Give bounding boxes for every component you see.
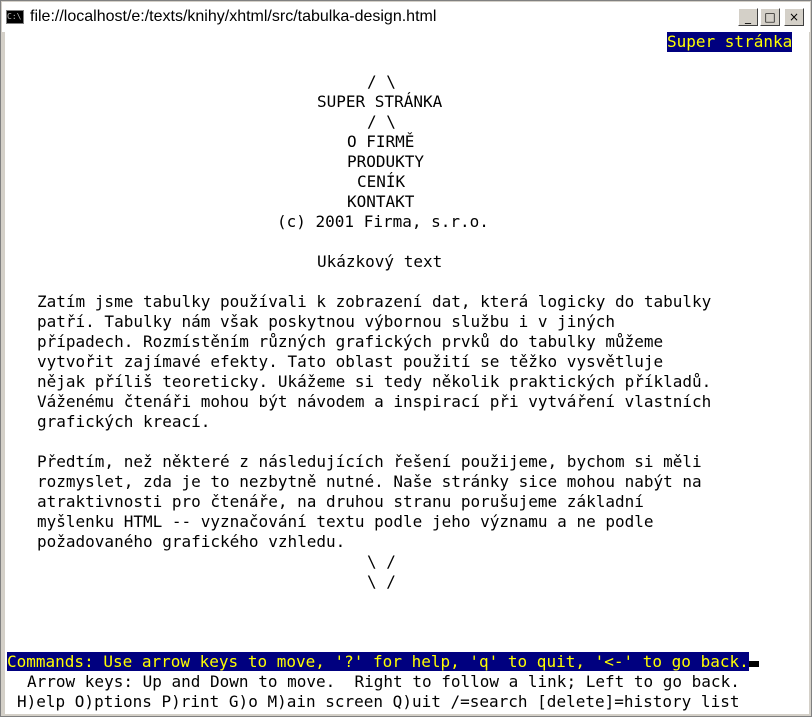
header-arrow-up-2: / \ bbox=[367, 112, 396, 131]
nav-link-produkty[interactable]: PRODUKTY bbox=[347, 152, 424, 172]
text-cursor bbox=[748, 661, 759, 667]
paragraph-1-line: Zatím jsme tabulky používali k zobrazení… bbox=[37, 292, 712, 311]
site-name[interactable]: SUPER STRÁNKA bbox=[317, 92, 442, 112]
command-menu-line: H)elp O)ptions P)rint G)o M)ain screen Q… bbox=[17, 692, 740, 711]
paragraph-2-line: požadovaného grafického vzhledu. bbox=[37, 532, 346, 551]
keys-hint-line: Arrow keys: Up and Down to move. Right t… bbox=[27, 672, 740, 691]
commands-status-line: Commands: Use arrow keys to move, '?' fo… bbox=[7, 652, 759, 672]
window-title: file://localhost/e:/texts/knihy/xhtml/sr… bbox=[30, 8, 437, 25]
footer-arrow-down-2: \ / bbox=[367, 572, 396, 591]
paragraph-2-line: atraktivnosti pro čtenáře, na druhou str… bbox=[37, 492, 644, 511]
nav-link-o-firme[interactable]: O FIRMĚ bbox=[347, 132, 414, 152]
paragraph-2-line: rozmyslet, zda je to nezbytně nutné. Naš… bbox=[37, 472, 702, 491]
console-app-icon[interactable]: C:\ bbox=[6, 10, 24, 24]
window-controls: _ □ × bbox=[738, 8, 804, 26]
maximize-button[interactable]: □ bbox=[760, 8, 780, 26]
paragraph-1-line: grafických kreací. bbox=[37, 412, 211, 431]
minimize-button[interactable]: _ bbox=[738, 8, 758, 26]
nav-link-cenik[interactable]: CENÍK bbox=[357, 172, 405, 192]
lynx-console-window: C:\ file://localhost/e:/texts/knihy/xhtm… bbox=[0, 0, 812, 717]
copyright-text: (c) 2001 Firma, s.r.o. bbox=[277, 212, 489, 231]
nav-link-kontakt[interactable]: KONTAKT bbox=[347, 192, 414, 212]
page-title-label: Super stránka bbox=[667, 32, 793, 52]
page-heading: Ukázkový text bbox=[317, 252, 443, 271]
footer-arrow-down-1: \ / bbox=[367, 552, 396, 571]
paragraph-1-line: nějak příliš teoreticky. Ukážeme si tedy… bbox=[37, 372, 712, 391]
terminal-screen[interactable]: Super stránka / \ SUPER STRÁNKA / \ O FI… bbox=[5, 32, 809, 714]
paragraph-1-line: Váženému čtenáři mohou být návodem a ins… bbox=[37, 392, 712, 411]
paragraph-1-line: patří. Tabulky nám však poskytnou výborn… bbox=[37, 312, 615, 331]
title-bar[interactable]: C:\ file://localhost/e:/texts/knihy/xhtm… bbox=[2, 2, 810, 32]
close-button[interactable]: × bbox=[784, 8, 804, 26]
paragraph-1-line: vytvořit zajímavé efekty. Tato oblast po… bbox=[37, 352, 664, 371]
commands-status-text: Commands: Use arrow keys to move, '?' fo… bbox=[7, 652, 749, 671]
paragraph-2-line: myšlenku HTML -- vyznačování textu podle… bbox=[37, 512, 654, 531]
paragraph-2-line: Předtím, než některé z následujících řeš… bbox=[37, 452, 702, 471]
paragraph-1-line: případech. Rozmístěním různých grafickýc… bbox=[37, 332, 664, 351]
header-arrow-up-1: / \ bbox=[367, 72, 396, 91]
